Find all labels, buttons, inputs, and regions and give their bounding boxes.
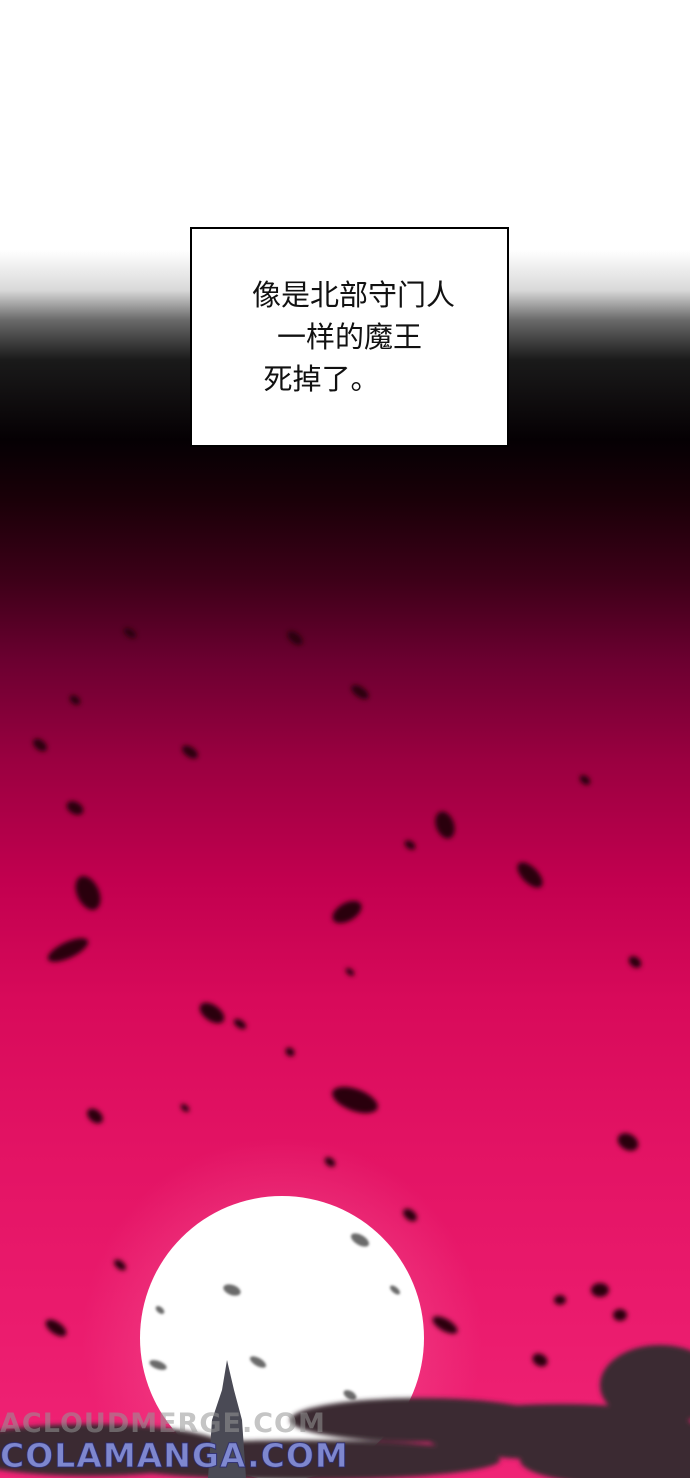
narration-line-2: 一样的魔王 [276,320,422,354]
watermark-bottom: COLAMANGA.COM [0,1436,349,1476]
narration-line-1: 像是北部守门人 [251,278,455,312]
scene-artwork [0,627,690,1478]
comic-panel: 像是北部守门人 一样的魔王 死掉了。 ACLOUDMERGE.COM COLAM… [0,0,690,1478]
watermark-top: ACLOUDMERGE.COM [0,1408,326,1439]
narration-box: 像是北部守门人 一样的魔王 死掉了。 [190,227,509,447]
narration-line-3: 死掉了。 [263,362,380,396]
